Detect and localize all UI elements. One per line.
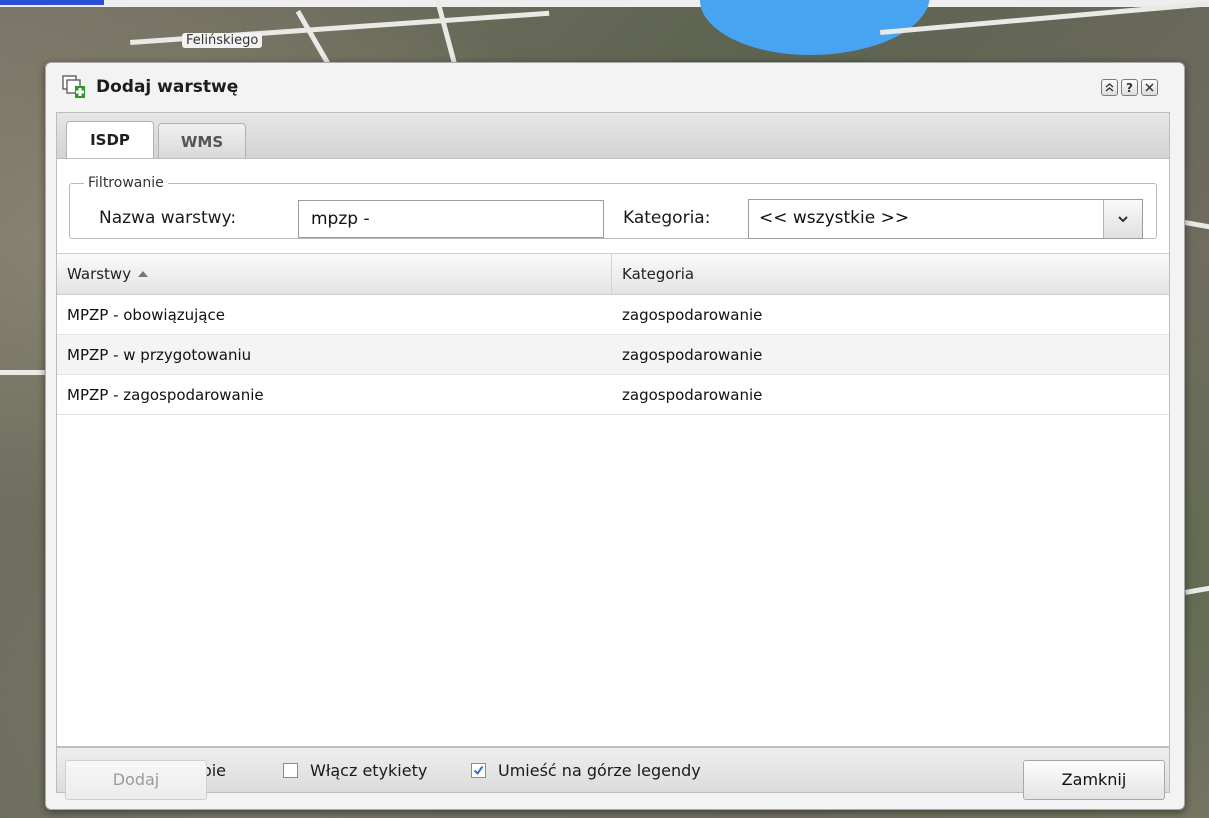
category-select[interactable]: << wszystkie >> bbox=[748, 199, 1143, 239]
collapse-button[interactable] bbox=[1101, 79, 1118, 96]
enable-labels-label: Włącz etykiety bbox=[310, 760, 428, 780]
isdp-panel: Filtrowanie Nazwa warstwy: Kategoria: <<… bbox=[56, 158, 1170, 747]
enable-labels-checkbox[interactable] bbox=[283, 762, 298, 778]
layer-cell: MPZP - obowiązujące bbox=[67, 306, 225, 324]
map-road bbox=[1185, 584, 1209, 595]
category-dropdown-trigger[interactable] bbox=[1103, 200, 1142, 238]
layer-name-label: Nazwa warstwy: bbox=[99, 208, 237, 228]
option-top-of-legend[interactable]: Umieść na górze legendy bbox=[471, 759, 701, 781]
table-row[interactable]: MPZP - w przygotowaniu zagospodarowanie bbox=[57, 335, 1169, 375]
tab-isdp[interactable]: ISDP bbox=[66, 121, 154, 159]
category-cell: zagospodarowanie bbox=[622, 386, 763, 404]
top-link[interactable] bbox=[0, 0, 104, 5]
dialog-titlebar[interactable]: Dodaj warstwę ? bbox=[46, 63, 1184, 111]
double-chevron-up-icon bbox=[1105, 83, 1114, 92]
grid-header: Warstwy Kategoria bbox=[57, 253, 1169, 295]
layers-grid: Warstwy Kategoria MPZP - obowiązujące za… bbox=[57, 253, 1169, 415]
category-label: Kategoria: bbox=[623, 208, 711, 228]
category-cell: zagospodarowanie bbox=[622, 346, 763, 364]
column-header-layers-label: Warstwy bbox=[67, 265, 132, 283]
tab-wms[interactable]: WMS bbox=[158, 123, 246, 159]
top-of-legend-label: Umieść na górze legendy bbox=[498, 760, 701, 780]
filter-legend: Filtrowanie bbox=[88, 175, 164, 191]
table-row[interactable]: MPZP - zagospodarowanie zagospodarowanie bbox=[57, 375, 1169, 415]
column-header-category-label: Kategoria bbox=[622, 265, 695, 283]
table-row[interactable]: MPZP - obowiązujące zagospodarowanie bbox=[57, 295, 1169, 335]
help-button[interactable]: ? bbox=[1121, 79, 1138, 96]
add-layer-dialog: Dodaj warstwę ? ISDP WMS Filtrowanie Naz… bbox=[45, 62, 1185, 810]
option-enable-labels[interactable]: Włącz etykiety bbox=[283, 759, 427, 781]
map-road bbox=[1184, 220, 1209, 231]
add-layer-icon bbox=[62, 75, 85, 98]
help-label: ? bbox=[1126, 81, 1133, 95]
top-of-legend-checkbox[interactable] bbox=[471, 762, 486, 778]
close-icon bbox=[1145, 83, 1154, 92]
checkmark-icon bbox=[473, 765, 484, 775]
map-road bbox=[0, 370, 45, 375]
tab-strip: ISDP WMS bbox=[56, 112, 1170, 159]
column-header-layers[interactable]: Warstwy bbox=[57, 254, 612, 294]
category-cell: zagospodarowanie bbox=[622, 306, 763, 324]
sort-asc-icon bbox=[138, 271, 149, 277]
top-bar bbox=[0, 0, 1209, 7]
close-dialog-button[interactable]: Zamknij bbox=[1023, 760, 1165, 800]
map-road bbox=[435, 0, 459, 69]
lake bbox=[700, 0, 930, 55]
chevron-down-icon bbox=[1118, 216, 1128, 223]
dialog-title: Dodaj warstwę bbox=[96, 77, 239, 97]
options-bar: Pokaż na mapie Włącz etykiety Umieść na … bbox=[56, 747, 1170, 793]
add-button[interactable]: Dodaj bbox=[65, 760, 207, 800]
street-label: Felińskiego bbox=[182, 33, 263, 48]
layer-cell: MPZP - zagospodarowanie bbox=[67, 386, 264, 404]
map-road bbox=[295, 10, 330, 65]
category-value: << wszystkie >> bbox=[759, 208, 910, 228]
layer-name-input[interactable] bbox=[298, 200, 604, 238]
close-button[interactable] bbox=[1141, 79, 1158, 96]
layer-cell: MPZP - w przygotowaniu bbox=[67, 346, 252, 364]
column-header-category[interactable]: Kategoria bbox=[612, 254, 1169, 294]
